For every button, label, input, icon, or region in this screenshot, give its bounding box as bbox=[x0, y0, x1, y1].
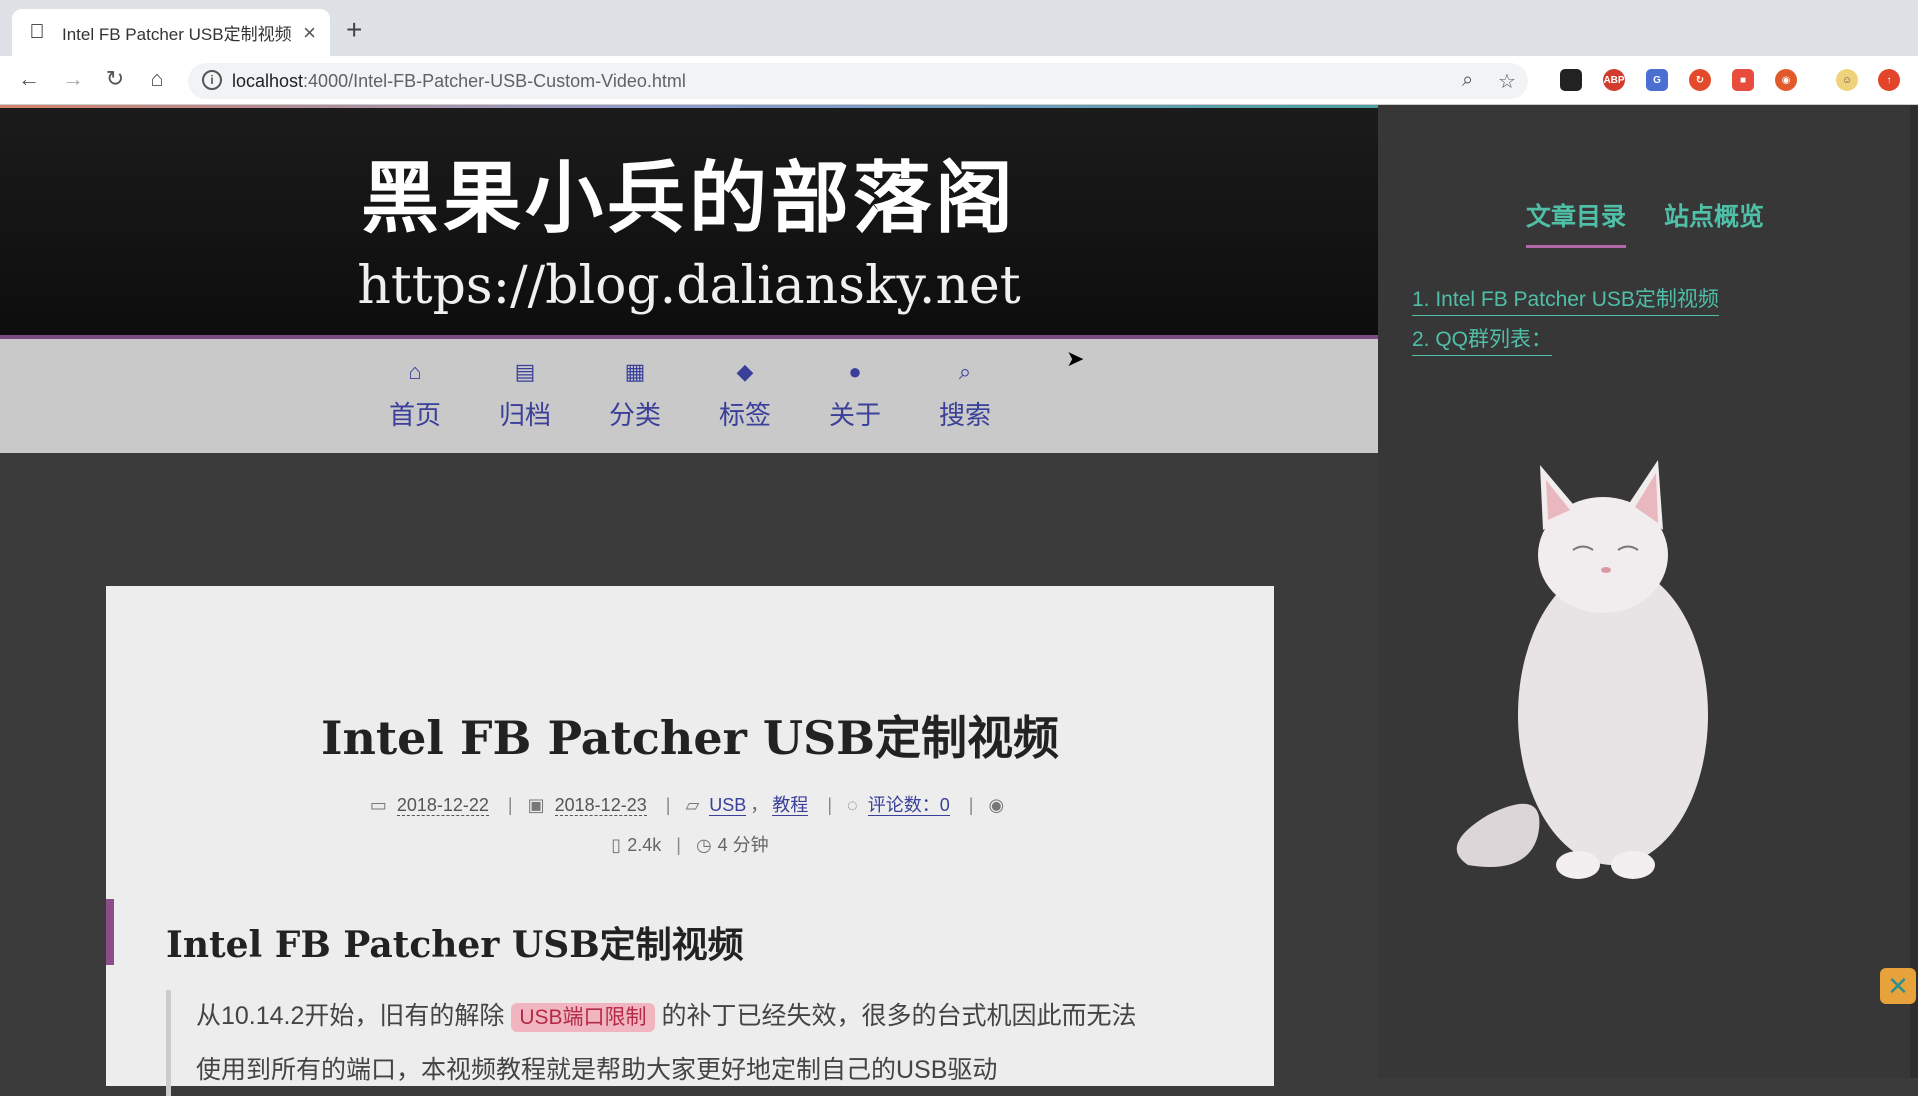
live2d-close-icon[interactable]: ✕ bbox=[1880, 968, 1916, 1004]
post-title[interactable]: Intel FB Patcher USB定制视频 bbox=[106, 702, 1274, 768]
category-link-tutorial[interactable]: 教程 bbox=[772, 795, 809, 816]
menu-label: 关于 bbox=[828, 400, 881, 430]
browser-tabbar:  Intel FB Patcher USB定制视频 × + bbox=[0, 0, 1918, 56]
menu-item-home[interactable]: ⌂ 首页 bbox=[370, 359, 460, 432]
forward-arrow-icon[interactable]: → bbox=[58, 64, 88, 94]
weibo-extension-icon[interactable]: ◉ bbox=[1775, 69, 1797, 91]
meta-separator: | bbox=[827, 795, 832, 815]
menu-item-archive[interactable]: ▤ 归档 bbox=[480, 359, 570, 432]
page-scrollbar[interactable] bbox=[1910, 105, 1918, 1078]
heading-accent-bar bbox=[106, 899, 114, 965]
quote-text-end: 的补丁已经失效，很多的台式机因此而无法 bbox=[661, 1002, 1137, 1030]
category-link-usb[interactable]: USB bbox=[709, 795, 747, 816]
menu-label: 搜索 bbox=[938, 400, 991, 430]
section-heading: Intel FB Patcher USB定制视频 bbox=[166, 924, 744, 966]
menu-label: 归档 bbox=[498, 400, 551, 430]
meta-separator: | bbox=[507, 795, 513, 815]
comments-count: 0 bbox=[939, 795, 950, 815]
menu-label: 首页 bbox=[388, 400, 441, 430]
profile-avatar[interactable]: ☺ bbox=[1836, 69, 1858, 91]
comments-label: 评论数： bbox=[867, 795, 940, 815]
user-icon: ● bbox=[848, 359, 862, 384]
folder-icon: ▱ bbox=[685, 795, 700, 815]
tab-site-overview[interactable]: 站点概览 bbox=[1664, 197, 1764, 245]
quote-text-line2: 使用到所有的端口，本视频教程就是帮助大家更好地定制自己的USB驱动 bbox=[196, 1056, 998, 1084]
url-text: localhost:4000/Intel-FB-Patcher-USB-Cust… bbox=[232, 71, 686, 91]
archive-icon: ▤ bbox=[514, 359, 536, 384]
calendar-check-icon: ▣ bbox=[527, 795, 545, 815]
sidebar: 文章目录 站点概览 1. Intel FB Patcher USB定制视频 2.… bbox=[1378, 105, 1918, 1078]
menu-item-about[interactable]: ● 关于 bbox=[810, 359, 900, 432]
clock-icon: ◷ bbox=[695, 835, 712, 855]
site-header: 黑果小兵的部落阁 https://blog.daliansky.net bbox=[0, 105, 1378, 338]
post-meta: ▭ 2018-12-22 | ▣ 2018-12-23 | ▱ USB，教程 | ◌ 评… bbox=[106, 791, 1274, 817]
zoom-icon[interactable]: ⌕ bbox=[1462, 69, 1473, 92]
created-date[interactable]: 2018-12-22 bbox=[396, 795, 489, 816]
word-count: 2.4k bbox=[627, 835, 662, 855]
usb-limit-tag: USB端口限制 bbox=[511, 1003, 655, 1032]
home-icon[interactable]: ⌂ bbox=[142, 64, 172, 94]
translate-extension-icon[interactable]: G bbox=[1646, 69, 1668, 91]
mouse-cursor-icon: ➤ bbox=[1066, 346, 1085, 371]
menu-item-categories[interactable]: ▦ 分类 bbox=[590, 359, 680, 432]
sync-extension-icon[interactable]: ↻ bbox=[1689, 69, 1711, 91]
new-tab-button[interactable]: + bbox=[346, 14, 362, 46]
menu-item-tags[interactable]: ◆ 标签 bbox=[700, 359, 790, 432]
category-separator: ， bbox=[750, 795, 769, 815]
toc-item-2[interactable]: 2. QQ群列表： bbox=[1412, 323, 1553, 356]
updated-date[interactable]: 2018-12-23 bbox=[554, 795, 647, 816]
menu-item-search[interactable]: ⌕ 搜索 bbox=[920, 359, 1010, 432]
main-menu: ⌂ 首页 ▤ 归档 ▦ 分类 ◆ 标签 ● 关于 ⌕ 搜索 bbox=[0, 335, 1378, 453]
site-subtitle: https://blog.daliansky.net bbox=[357, 256, 1021, 316]
post-blockquote: 从10.14.2开始，旧有的解除 USB端口限制 的补丁已经失效，很多的台式机因… bbox=[166, 990, 1206, 1096]
home-icon: ⌂ bbox=[408, 359, 422, 384]
menu-label: 标签 bbox=[718, 400, 771, 430]
read-time: 4 分钟 bbox=[717, 835, 769, 855]
toc-item-1[interactable]: 1. Intel FB Patcher USB定制视频 bbox=[1412, 283, 1719, 316]
site-title[interactable]: 黑果小兵的部落阁 bbox=[0, 136, 1378, 248]
meta-separator: | bbox=[676, 835, 681, 855]
bookmark-star-icon[interactable]: ☆ bbox=[1498, 69, 1516, 94]
app-extension-icon[interactable]: ■ bbox=[1732, 69, 1754, 91]
meta-separator: | bbox=[968, 795, 974, 815]
reload-icon[interactable]: ↻ bbox=[100, 64, 130, 94]
ghost-extension-icon[interactable] bbox=[1560, 69, 1582, 91]
post-meta-stats: ▯ 2.4k | ◷ 4 分钟 bbox=[106, 831, 1274, 857]
info-icon[interactable]: i bbox=[202, 70, 222, 90]
tags-icon: ◆ bbox=[736, 359, 754, 384]
grid-icon: ▦ bbox=[624, 359, 646, 384]
adblock-extension-icon[interactable]: ABP bbox=[1603, 69, 1625, 91]
calendar-icon: ▭ bbox=[369, 795, 387, 815]
tab-title: Intel FB Patcher USB定制视频 bbox=[62, 25, 292, 44]
comment-icon: ◌ bbox=[847, 795, 858, 815]
eye-icon: ◉ bbox=[988, 795, 1005, 815]
file-word-icon: ▯ bbox=[611, 835, 622, 855]
browser-toolbar: ← → ↻ ⌂ i localhost:4000/Intel-FB-Patche… bbox=[0, 56, 1918, 105]
update-icon[interactable]: ↑ bbox=[1878, 69, 1900, 91]
menu-label: 分类 bbox=[608, 400, 661, 430]
address-bar[interactable]: i localhost:4000/Intel-FB-Patcher-USB-Cu… bbox=[188, 63, 1528, 99]
post-card: Intel FB Patcher USB定制视频 ▭ 2018-12-22 | ▣… bbox=[106, 586, 1274, 1096]
tab-toc[interactable]: 文章目录 bbox=[1526, 197, 1627, 248]
comments-link[interactable]: 评论数：0 bbox=[867, 795, 950, 816]
back-arrow-icon[interactable]: ← bbox=[14, 64, 44, 94]
quote-text-start: 从10.14.2开始，旧有的解除 bbox=[196, 1002, 505, 1030]
meta-separator: | bbox=[665, 795, 671, 815]
close-tab-icon[interactable]: × bbox=[303, 20, 316, 46]
apple-icon:  bbox=[26, 21, 48, 44]
browser-tab[interactable]:  Intel FB Patcher USB定制视频 × bbox=[12, 9, 330, 56]
search-icon: ⌕ bbox=[958, 359, 972, 384]
cat-illustration bbox=[1456, 460, 1708, 879]
